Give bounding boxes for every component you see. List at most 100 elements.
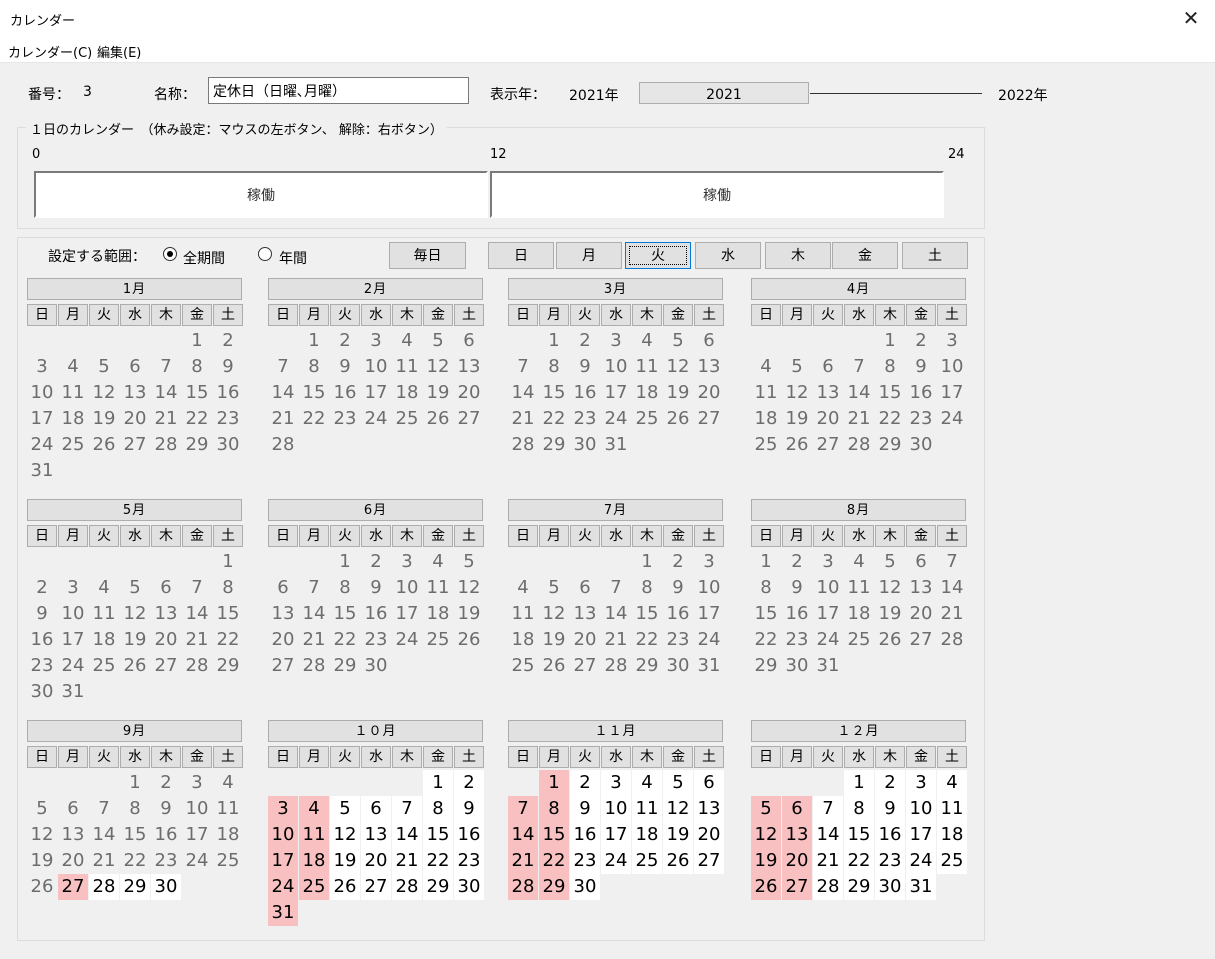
day-cell[interactable]: 23: [213, 406, 243, 432]
day-cell[interactable]: 27: [782, 874, 812, 900]
day-cell[interactable]: 23: [663, 627, 693, 653]
day-cell[interactable]: 3: [361, 328, 391, 354]
everyday-button[interactable]: 毎日: [389, 242, 466, 269]
day-cell[interactable]: 7: [182, 575, 212, 601]
day-cell[interactable]: 28: [299, 653, 329, 679]
day-cell[interactable]: 8: [539, 354, 569, 380]
day-cell[interactable]: 13: [782, 822, 812, 848]
day-cell[interactable]: 17: [937, 380, 967, 406]
day-cell[interactable]: 12: [423, 354, 453, 380]
day-cell[interactable]: 16: [782, 601, 812, 627]
day-cell[interactable]: 22: [182, 406, 212, 432]
day-cell[interactable]: 20: [361, 848, 391, 874]
day-cell[interactable]: 21: [268, 406, 298, 432]
day-cell[interactable]: 23: [27, 653, 57, 679]
day-cell[interactable]: 18: [508, 627, 538, 653]
day-cell[interactable]: 31: [268, 900, 298, 926]
day-cell[interactable]: 15: [182, 380, 212, 406]
day-cell[interactable]: 22: [539, 848, 569, 874]
day-cell[interactable]: 25: [751, 432, 781, 458]
day-cell[interactable]: 25: [844, 627, 874, 653]
day-cell[interactable]: 11: [89, 601, 119, 627]
day-cell[interactable]: 7: [268, 354, 298, 380]
day-cell[interactable]: 2: [151, 770, 181, 796]
day-cell[interactable]: 18: [89, 627, 119, 653]
day-cell[interactable]: 4: [299, 796, 329, 822]
day-cell[interactable]: 16: [213, 380, 243, 406]
day-cell[interactable]: 24: [601, 848, 631, 874]
day-cell[interactable]: 20: [906, 601, 936, 627]
day-cell[interactable]: 7: [299, 575, 329, 601]
day-cell[interactable]: 11: [632, 796, 662, 822]
day-cell[interactable]: 27: [570, 653, 600, 679]
day-cell[interactable]: 13: [906, 575, 936, 601]
day-cell[interactable]: 11: [508, 601, 538, 627]
day-cell[interactable]: 9: [213, 354, 243, 380]
day-cell[interactable]: 11: [392, 354, 422, 380]
day-cell[interactable]: 3: [58, 575, 88, 601]
day-cell[interactable]: 11: [299, 822, 329, 848]
day-cell[interactable]: 17: [27, 406, 57, 432]
day-cell[interactable]: 1: [751, 549, 781, 575]
day-cell[interactable]: 25: [423, 627, 453, 653]
day-cell[interactable]: 4: [751, 354, 781, 380]
day-cell[interactable]: 7: [392, 796, 422, 822]
day-cell[interactable]: 26: [27, 874, 57, 900]
day-cell[interactable]: 27: [120, 432, 150, 458]
day-cell[interactable]: 11: [213, 796, 243, 822]
day-cell[interactable]: 10: [27, 380, 57, 406]
day-cell[interactable]: 10: [58, 601, 88, 627]
year-slider-track[interactable]: [810, 93, 982, 94]
day-cell[interactable]: 3: [392, 549, 422, 575]
day-cell[interactable]: 8: [875, 354, 905, 380]
day-cell[interactable]: 7: [937, 549, 967, 575]
day-cell[interactable]: 8: [299, 354, 329, 380]
day-cell[interactable]: 25: [392, 406, 422, 432]
day-cell[interactable]: 19: [782, 406, 812, 432]
weekday-button-4[interactable]: 木: [765, 242, 831, 269]
day-cell[interactable]: 20: [570, 627, 600, 653]
day-cell[interactable]: 13: [151, 601, 181, 627]
day-cell[interactable]: 9: [330, 354, 360, 380]
day-cell[interactable]: 4: [937, 770, 967, 796]
day-cell[interactable]: 23: [570, 406, 600, 432]
day-cell[interactable]: 14: [151, 380, 181, 406]
day-cell[interactable]: 2: [27, 575, 57, 601]
day-cell[interactable]: 27: [361, 874, 391, 900]
day-cell[interactable]: 29: [539, 432, 569, 458]
day-cell[interactable]: 1: [299, 328, 329, 354]
day-cell[interactable]: 24: [694, 627, 724, 653]
weekday-button-0[interactable]: 日: [488, 242, 554, 269]
day-cell[interactable]: 26: [423, 406, 453, 432]
day-cell[interactable]: 10: [182, 796, 212, 822]
day-cell[interactable]: 3: [601, 328, 631, 354]
day-cell[interactable]: 31: [601, 432, 631, 458]
day-cell[interactable]: 30: [361, 653, 391, 679]
day-cell[interactable]: 22: [844, 848, 874, 874]
day-cell[interactable]: 14: [182, 601, 212, 627]
day-cell[interactable]: 3: [906, 770, 936, 796]
day-cell[interactable]: 25: [508, 653, 538, 679]
day-cell[interactable]: 24: [392, 627, 422, 653]
day-cell[interactable]: 15: [844, 822, 874, 848]
day-cell[interactable]: 14: [813, 822, 843, 848]
day-cell[interactable]: 19: [663, 380, 693, 406]
day-cell[interactable]: 12: [663, 354, 693, 380]
day-cell[interactable]: 13: [570, 601, 600, 627]
day-cell[interactable]: 25: [58, 432, 88, 458]
day-cell[interactable]: 22: [423, 848, 453, 874]
day-cell[interactable]: 2: [570, 770, 600, 796]
day-segment-am[interactable]: 稼働: [34, 171, 488, 218]
day-cell[interactable]: 23: [361, 627, 391, 653]
day-cell[interactable]: 22: [539, 406, 569, 432]
day-cell[interactable]: 4: [632, 328, 662, 354]
day-cell[interactable]: 19: [751, 848, 781, 874]
day-cell[interactable]: 23: [330, 406, 360, 432]
day-cell[interactable]: 2: [906, 328, 936, 354]
day-cell[interactable]: 29: [844, 874, 874, 900]
radio-all-period[interactable]: [163, 247, 177, 261]
day-cell[interactable]: 15: [330, 601, 360, 627]
day-cell[interactable]: 27: [454, 406, 484, 432]
day-cell[interactable]: 19: [539, 627, 569, 653]
day-cell[interactable]: 8: [213, 575, 243, 601]
